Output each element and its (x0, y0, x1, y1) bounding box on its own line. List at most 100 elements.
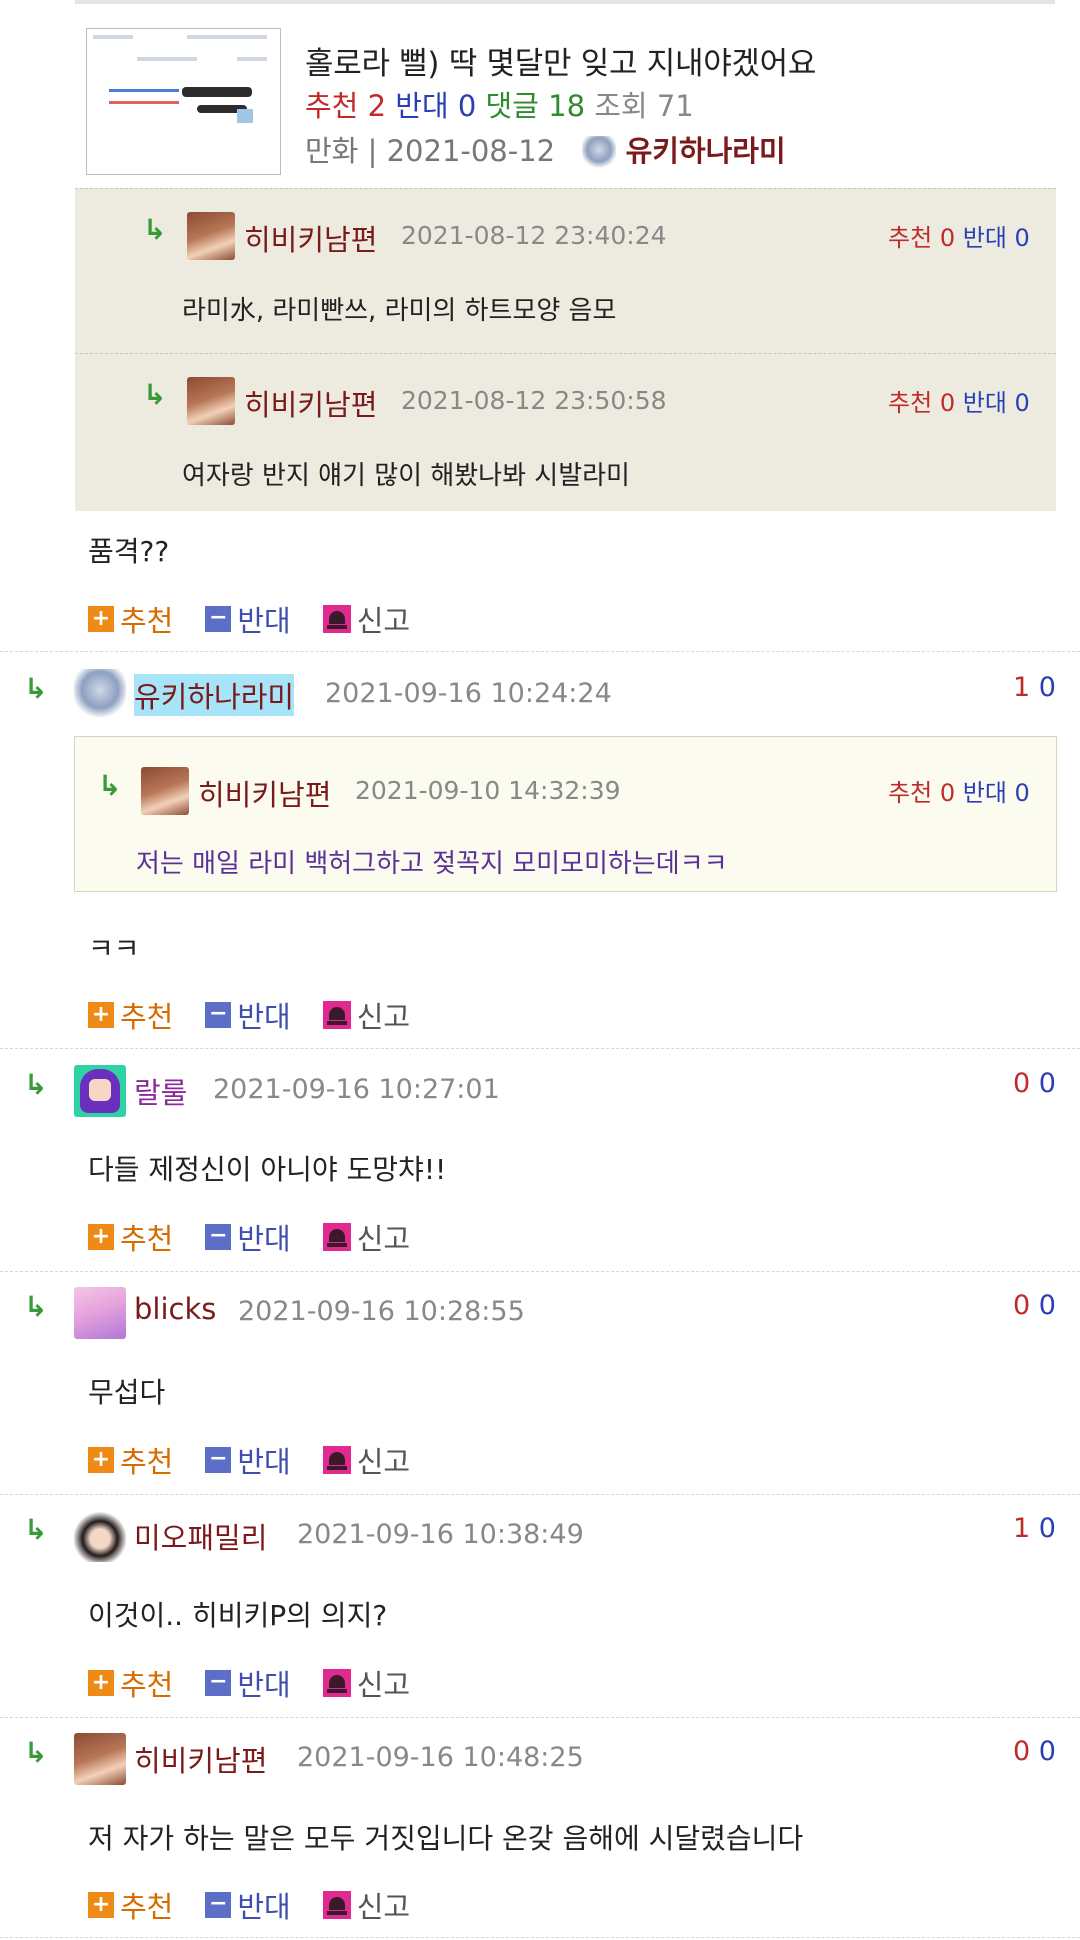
comment-author[interactable]: 랄룰 (134, 1070, 187, 1112)
quote-text: 라미水, 라미빤쓰, 라미의 하트모양 음모 (182, 296, 617, 326)
reply-arrow-icon: ↳ (143, 213, 167, 246)
comment-text: 저 자가 하는 말은 모두 거짓입니다 온갖 음해에 시달렸습니다 (88, 1822, 804, 1855)
oppose-button[interactable]: − 반대 (205, 598, 291, 640)
report-label: 신고 (356, 1668, 411, 1702)
plus-icon: + (88, 606, 114, 632)
post-down-label: 반대 (395, 89, 449, 123)
quote-author[interactable]: 히비키남편 (198, 772, 331, 814)
quote-text: 저는 매일 라미 백허그하고 젖꼭지 모미모미하는데ㅋㅋ (136, 849, 728, 879)
post-title[interactable]: 홀로라 뻘) 딱 몇달만 잊고 지내야겠어요 (305, 38, 816, 83)
avatar (74, 1733, 126, 1785)
reply-arrow-icon: ↳ (98, 769, 122, 802)
report-button[interactable]: 신고 (322, 1884, 411, 1926)
report-button[interactable]: 신고 (322, 1216, 411, 1258)
oppose-button[interactable]: − 반대 (205, 1439, 291, 1481)
report-label: 신고 (356, 1890, 411, 1924)
post-thumbnail[interactable] (86, 28, 281, 175)
post-author[interactable]: 유키하나라미 (626, 134, 786, 168)
minus-icon: − (205, 1447, 232, 1473)
comment-actions: + 추천 − 반대 신고 (88, 1216, 442, 1258)
quote-author[interactable]: 히비키남편 (244, 217, 377, 259)
oppose-label: 반대 (237, 1000, 291, 1034)
report-button[interactable]: 신고 (322, 598, 410, 640)
avatar (187, 377, 235, 425)
post-meta-separator: | (367, 134, 378, 168)
comment-text: 이것이.. 히비키P의 의지? (88, 1599, 388, 1632)
recommend-button[interactable]: + 추천 (88, 1216, 173, 1258)
comment-text: 품격?? (88, 535, 170, 568)
report-label: 신고 (356, 1222, 411, 1256)
comment-divider (0, 1048, 1080, 1049)
avatar (74, 1065, 126, 1117)
comment-divider (0, 1494, 1080, 1495)
post-down-count: 0 (457, 89, 477, 123)
comment-author[interactable]: 유키하나라미 (134, 674, 295, 716)
vote-up-count: 1 (1013, 672, 1031, 703)
vote-down-count: 0 (1014, 779, 1030, 807)
vote-up-count: 0 (939, 779, 956, 807)
quote-text: 여자랑 반지 얘기 많이 해봤나봐 시발라미 (182, 461, 630, 491)
avatar (74, 1287, 126, 1339)
plus-icon: + (88, 1670, 114, 1696)
post-comment-count: 18 (548, 89, 586, 123)
oppose-label: 반대 (237, 1668, 291, 1702)
comment-actions: + 추천 − 반대 신고 (88, 598, 442, 640)
reply-arrow-icon: ↳ (24, 1736, 48, 1769)
minus-icon: − (205, 1892, 232, 1918)
oppose-button[interactable]: − 반대 (205, 1884, 291, 1926)
report-label: 신고 (356, 1445, 411, 1479)
comment-datetime: 2021-09-16 10:48:25 (297, 1742, 584, 1773)
vote-down-count: 0 (1038, 1736, 1056, 1767)
comment-datetime: 2021-09-16 10:27:01 (213, 1074, 500, 1105)
comment-actions: + 추천 − 반대 신고 (88, 1884, 442, 1926)
vote-down-count: 0 (1038, 672, 1056, 703)
post-category: 만화 (305, 134, 359, 168)
recommend-label: 추천 (120, 1668, 174, 1702)
oppose-button[interactable]: − 반대 (205, 1216, 291, 1258)
oppose-button[interactable]: − 반대 (205, 994, 291, 1036)
reply-arrow-icon: ↳ (24, 1513, 48, 1546)
comment-author[interactable]: 미오패밀리 (134, 1515, 267, 1557)
post-date: 2021-08-12 (386, 134, 556, 168)
siren-icon (322, 1669, 351, 1697)
siren-icon (322, 605, 351, 633)
quote-datetime: 2021-08-12 23:50:58 (401, 386, 667, 415)
vote-up-label: 추천 (888, 389, 933, 417)
recommend-button[interactable]: + 추천 (88, 598, 173, 640)
vote-down-count: 0 (1014, 389, 1030, 417)
report-button[interactable]: 신고 (322, 1662, 411, 1704)
quote-author[interactable]: 히비키남편 (244, 382, 377, 424)
post-meta: 만화 | 2021-08-12 유키하나라미 (305, 128, 786, 170)
vote-up-count: 1 (1013, 1513, 1031, 1544)
oppose-label: 반대 (237, 1890, 291, 1924)
quote-votes: 추천 0 반대 0 (888, 383, 1030, 418)
recommend-button[interactable]: + 추천 (88, 994, 173, 1036)
quote-votes: 추천 0 반대 0 (888, 218, 1030, 253)
report-label: 신고 (356, 1000, 411, 1034)
vote-down-count: 0 (1038, 1513, 1056, 1544)
avatar (582, 136, 617, 170)
vote-up-count: 0 (939, 224, 956, 252)
comment-actions: + 추천 − 반대 신고 (88, 1662, 442, 1704)
recommend-button[interactable]: + 추천 (88, 1884, 173, 1926)
vote-down-label: 반대 (962, 779, 1007, 807)
minus-icon: − (205, 1002, 232, 1028)
siren-icon (322, 1223, 351, 1251)
vote-up-label: 추천 (888, 779, 933, 807)
comment-author[interactable]: 히비키남편 (134, 1738, 267, 1780)
comment-divider (0, 1937, 1080, 1938)
report-button[interactable]: 신고 (322, 994, 411, 1036)
recommend-button[interactable]: + 추천 (88, 1662, 173, 1704)
siren-icon (322, 1446, 351, 1474)
oppose-button[interactable]: − 반대 (205, 1662, 291, 1704)
recommend-button[interactable]: + 추천 (88, 1439, 173, 1481)
recommend-label: 추천 (120, 1445, 174, 1479)
report-button[interactable]: 신고 (322, 1439, 411, 1481)
post-view-count: 71 (656, 89, 694, 123)
comment-author[interactable]: blicks (134, 1292, 216, 1326)
plus-icon: + (88, 1224, 114, 1250)
vote-up-count: 0 (939, 389, 956, 417)
siren-icon (322, 1001, 351, 1029)
quote-divider (75, 353, 1056, 354)
minus-icon: − (205, 1670, 232, 1696)
